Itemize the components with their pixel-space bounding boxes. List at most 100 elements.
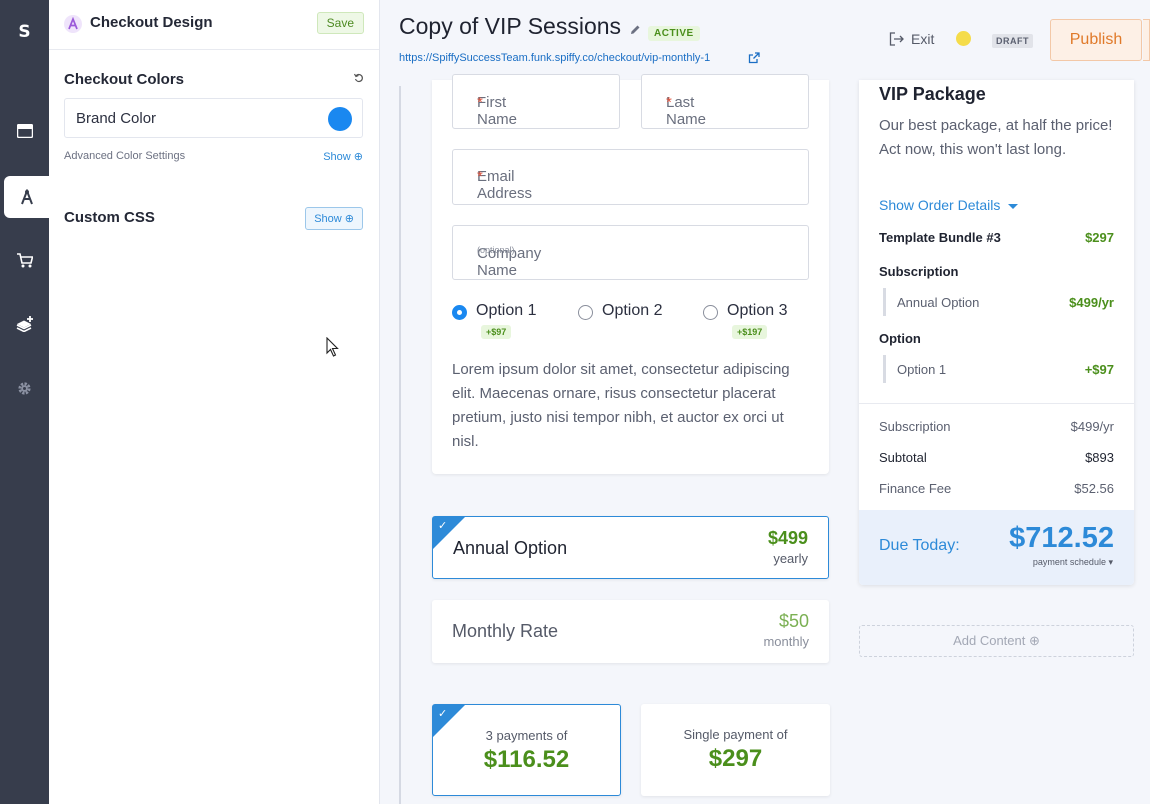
add-content-label: Add Content (953, 633, 1026, 648)
option-item-row: Option 1 +$97 (897, 362, 1114, 377)
exit-label: Exit (911, 31, 935, 47)
lightbulb-icon[interactable] (956, 31, 971, 46)
required-mark: * (477, 168, 483, 185)
advanced-show-label: Show (323, 151, 351, 163)
subscription-item-label: Annual Option (897, 295, 980, 310)
plan-price: $499 (767, 528, 808, 548)
brand-color-swatch[interactable] (328, 107, 352, 131)
option-1-radio[interactable] (452, 305, 467, 320)
subscription-total-label: Subscription (879, 419, 951, 434)
option-heading: Option (879, 331, 921, 346)
reset-icon[interactable] (353, 72, 364, 86)
subscription-item-row: Annual Option $499/yr (897, 295, 1114, 310)
pages-icon[interactable] (0, 110, 49, 152)
payment-schedule-link[interactable]: payment schedule ▾ (1033, 557, 1113, 568)
indent-bar (883, 288, 886, 316)
mouse-cursor-icon (326, 337, 339, 357)
last-name-field[interactable]: Last Name * (641, 74, 809, 129)
exit-button[interactable]: Exit (889, 31, 934, 47)
show-order-details-toggle[interactable]: Show Order Details (879, 197, 1019, 213)
add-layer-icon[interactable] (0, 303, 49, 345)
payment-amount: $116.52 (483, 746, 570, 773)
custom-css-show-label: Show (314, 213, 342, 225)
brand-color-field[interactable]: Brand Color (64, 98, 363, 138)
custom-css-heading: Custom CSS (64, 209, 155, 226)
option-2-label[interactable]: Option 2 (602, 302, 662, 320)
required-mark: * (477, 94, 483, 111)
option-3-label[interactable]: Option 3 (727, 302, 787, 320)
option-3-radio[interactable] (703, 305, 718, 320)
first-name-label: First Name (477, 94, 518, 128)
due-today-box: Due Today: $712.52 payment schedule ▾ (859, 510, 1134, 585)
bundle-label: Template Bundle #3 (879, 230, 1001, 245)
custom-css-show-button[interactable]: Show ⊕ (305, 207, 363, 230)
save-button[interactable]: Save (316, 12, 364, 34)
publish-button[interactable]: Publish (1050, 19, 1142, 61)
app-rail: S (0, 0, 49, 804)
external-link-icon[interactable] (748, 51, 760, 69)
plus-circle-icon: ⊕ (1029, 633, 1040, 648)
bundle-row: Template Bundle #3 $297 (879, 230, 1114, 245)
email-label: Email Address (477, 168, 533, 202)
company-name-field[interactable]: Company Name (optional) (452, 225, 809, 280)
app-logo[interactable]: S (0, 22, 49, 42)
finance-fee-label: Finance Fee (879, 481, 952, 496)
package-title: VIP Package (879, 84, 986, 104)
show-order-details-label: Show Order Details (879, 197, 1001, 213)
due-today-label: Due Today: (879, 537, 960, 554)
draft-badge: DRAFT (992, 34, 1033, 48)
settings-gear-icon[interactable] (0, 367, 49, 409)
subscription-total-row: Subscription $499/yr (879, 419, 1114, 434)
email-field[interactable]: Email Address * (452, 149, 809, 205)
checkout-colors-heading: Checkout Colors (64, 71, 185, 88)
checkmark-icon: ✓ (438, 520, 448, 532)
checkout-url-link[interactable]: https://SpiffySuccessTeam.funk.spiffy.co… (399, 52, 710, 64)
payment-installments[interactable]: ✓ 3 payments of $116.52 (432, 704, 621, 796)
payment-schedule-label: payment schedule (1032, 557, 1106, 567)
last-name-label: Last Name (666, 94, 707, 128)
optional-hint: (optional) (477, 245, 515, 255)
plus-circle-icon: ⊕ (353, 151, 363, 163)
design-icon[interactable] (4, 176, 49, 218)
finance-fee-value: $52.56 (1074, 481, 1114, 496)
required-mark: * (666, 94, 672, 111)
payment-single[interactable]: Single payment of $297 (641, 704, 830, 796)
subscription-heading: Subscription (879, 264, 959, 279)
indent-bar (883, 355, 886, 383)
brand-color-label: Brand Color (76, 110, 157, 127)
status-badge: ACTIVE (648, 26, 700, 41)
option-3-price: +$197 (732, 325, 768, 339)
edit-pencil-icon[interactable] (630, 22, 641, 40)
subscription-total-value: $499/yr (1070, 419, 1114, 434)
plan-name: Annual Option (453, 538, 568, 558)
payment-label: 3 payments of (485, 728, 568, 743)
first-name-field[interactable]: First Name * (452, 74, 620, 129)
subtotal-value: $893 (1085, 450, 1114, 465)
plan-monthly[interactable]: Monthly Rate $50 monthly (432, 600, 829, 663)
plan-price: $50 (778, 611, 809, 631)
plan-period: yearly (773, 551, 808, 566)
panel-header: Checkout Design Save (49, 0, 379, 50)
publish-options-button[interactable] (1143, 19, 1150, 61)
canvas-divider (399, 86, 401, 804)
advanced-show-link[interactable]: Show ⊕ (323, 150, 363, 163)
option-2-radio[interactable] (578, 305, 593, 320)
option-item-label: Option 1 (897, 362, 947, 377)
due-today-amount: $712.52 (1009, 522, 1114, 554)
add-content-button[interactable]: Add Content ⊕ (859, 625, 1134, 657)
cart-icon[interactable] (0, 239, 49, 281)
subscription-item-price: $499/yr (1069, 295, 1114, 310)
settings-panel: Checkout Design Save Checkout Colors Bra… (49, 0, 380, 804)
plan-annual[interactable]: ✓ Annual Option $499 yearly (432, 516, 829, 579)
panel-title: Checkout Design (90, 14, 213, 31)
page-title: Copy of VIP Sessions (399, 13, 622, 39)
caret-down-icon (1008, 203, 1019, 209)
caret-down-icon: ▾ (1108, 557, 1113, 567)
option-1-label[interactable]: Option 1 (476, 302, 536, 320)
exit-icon (889, 32, 904, 46)
plan-name: Monthly Rate (452, 621, 559, 641)
design-icon (64, 15, 82, 38)
form-description: Lorem ipsum dolor sit amet, consectetur … (452, 361, 790, 450)
payment-label: Single payment of (683, 727, 788, 742)
option-item-price: +$97 (1084, 362, 1114, 377)
